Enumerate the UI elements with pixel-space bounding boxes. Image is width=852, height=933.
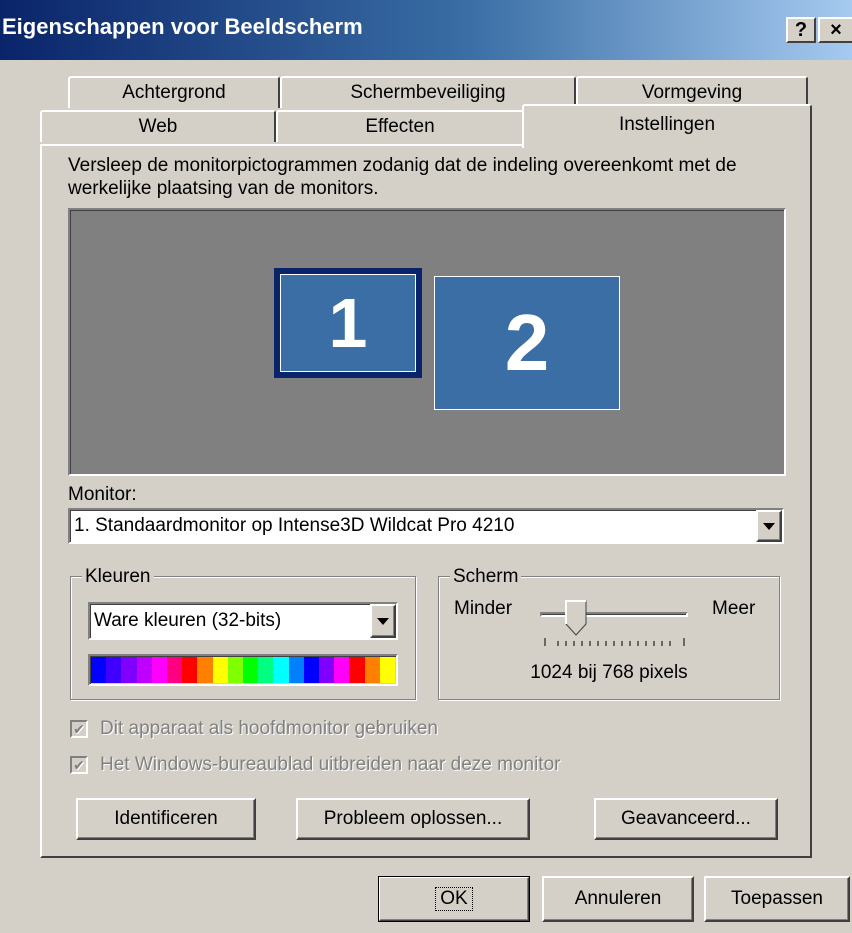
color-swatch (212, 657, 228, 683)
checkmark-icon: ✔ (73, 721, 85, 737)
cancel-button[interactable]: Annuleren (542, 876, 694, 922)
help-button[interactable]: ? (786, 17, 816, 43)
ok-button-label: OK (435, 887, 473, 911)
color-swatch (364, 657, 380, 683)
color-swatch (136, 657, 152, 683)
colors-dropdown-value: Ware kleuren (32-bits) (94, 610, 282, 631)
slider-track (540, 612, 688, 617)
tab-label: Instellingen (618, 114, 716, 135)
checkbox-box[interactable]: ✔ (70, 720, 88, 738)
tab-label: Effecten (365, 116, 435, 137)
monitor-2-icon[interactable]: 2 (434, 276, 620, 410)
close-button[interactable]: × (818, 17, 852, 43)
advanced-button[interactable]: Geavanceerd... (594, 798, 778, 840)
color-swatch (182, 657, 198, 683)
color-swatch (243, 657, 259, 683)
color-swatch (91, 657, 107, 683)
colors-dropdown[interactable]: Ware kleuren (32-bits) (88, 602, 398, 640)
tab-achtergrond[interactable]: Achtergrond (68, 76, 280, 108)
color-swatch (273, 657, 289, 683)
checkbox-label: Dit apparaat als hoofdmonitor gebruiken (100, 718, 438, 739)
close-icon: × (830, 18, 842, 41)
window-title: Eigenschappen voor Beeldscherm (2, 14, 363, 39)
identify-button[interactable]: Identificeren (76, 798, 256, 840)
primary-monitor-checkbox[interactable]: ✔ Dit apparaat als hoofdmonitor gebruike… (70, 718, 438, 740)
monitor-arrangement-area[interactable]: 1 2 (68, 208, 786, 476)
color-swatch (349, 657, 365, 683)
colors-dropdown-arrow-button[interactable] (370, 604, 396, 638)
checkmark-icon: ✔ (73, 757, 85, 773)
color-swatch (379, 657, 396, 683)
color-swatch (151, 657, 168, 683)
monitor-1-icon[interactable]: 1 (274, 268, 422, 378)
slider-max-label: Meer (712, 598, 756, 619)
tab-web[interactable]: Web (40, 110, 276, 142)
instruction-text: Versleep de monitorpictogrammen zodanig … (68, 155, 737, 199)
dropdown-arrow-button[interactable] (756, 510, 782, 542)
slider-thumb[interactable] (565, 600, 587, 636)
color-swatch (121, 657, 137, 683)
color-swatch (167, 657, 183, 683)
slider-min-label: Minder (454, 598, 513, 619)
color-swatch (334, 657, 350, 683)
extend-desktop-checkbox[interactable]: ✔ Het Windows-bureaublad uitbreiden naar… (70, 754, 560, 776)
help-icon: ? (794, 18, 808, 41)
color-swatch-bar (88, 654, 398, 686)
chevron-down-icon (377, 617, 389, 625)
slider-ticks (544, 638, 685, 646)
screen-group-label: Scherm (450, 566, 522, 588)
monitor-label: Monitor: (68, 484, 137, 505)
monitor-1-number: 1 (328, 284, 368, 362)
tab-label: Schermbeveiliging (350, 82, 506, 103)
tab-instellingen[interactable]: Instellingen (522, 104, 812, 148)
checkbox-box[interactable]: ✔ (70, 756, 88, 774)
color-swatch (288, 657, 304, 683)
tab-label: Achtergrond (122, 82, 226, 103)
title-bar[interactable]: Eigenschappen voor Beeldscherm ? × (0, 0, 852, 60)
color-swatch (197, 657, 213, 683)
color-swatch (258, 657, 274, 683)
color-swatch (303, 657, 320, 683)
monitor-2-number: 2 (504, 298, 550, 387)
monitor-dropdown[interactable]: 1. Standaardmonitor op Intense3D Wildcat… (68, 508, 784, 544)
ok-button[interactable]: OK (378, 876, 530, 922)
tab-label: Vormgeving (641, 82, 743, 103)
resolution-slider[interactable] (540, 600, 688, 646)
tab-effecten[interactable]: Effecten (276, 110, 524, 142)
color-swatch (106, 657, 122, 683)
colors-group-label: Kleuren (82, 566, 154, 588)
chevron-down-icon (763, 522, 775, 530)
resolution-text: 1024 bij 768 pixels (530, 662, 688, 683)
tab-label: Web (138, 116, 178, 137)
color-swatch (227, 657, 244, 683)
color-swatch (319, 657, 335, 683)
monitor-dropdown-value: 1. Standaardmonitor op Intense3D Wildcat… (74, 515, 515, 536)
troubleshoot-button[interactable]: Probleem oplossen... (296, 798, 530, 840)
checkbox-label: Het Windows-bureaublad uitbreiden naar d… (100, 754, 561, 775)
apply-button[interactable]: Toepassen (704, 876, 850, 922)
